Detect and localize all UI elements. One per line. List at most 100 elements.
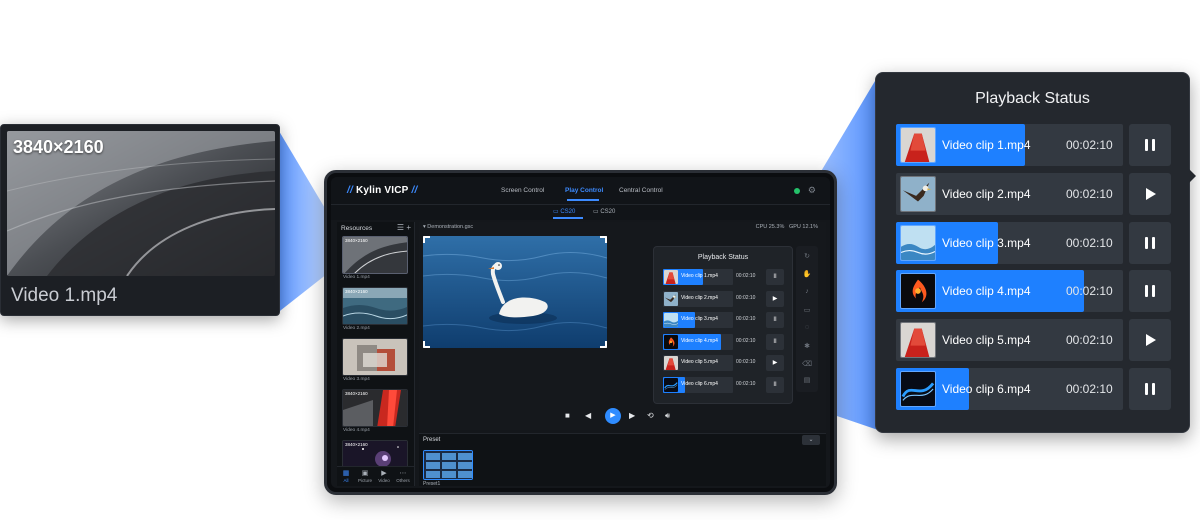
pause-icon[interactable]: II: [766, 333, 784, 350]
clip-duration: 00:02:10: [1066, 382, 1113, 396]
blue-wave-icon: [900, 371, 936, 407]
crop-handle[interactable]: [600, 341, 607, 348]
play-button[interactable]: [1129, 319, 1171, 362]
screen-tab-1[interactable]: ▭ CS20: [553, 208, 575, 215]
play-icon: [1146, 187, 1156, 200]
resource-resolution: 3840×2160: [345, 289, 368, 294]
refresh-icon[interactable]: ↻: [796, 252, 818, 260]
pause-icon: [1145, 285, 1155, 298]
chevron-down-icon[interactable]: ⌄: [802, 435, 820, 445]
play-icon[interactable]: ▶: [766, 355, 784, 371]
sea-icon: [900, 224, 936, 261]
connection-status-icon: [794, 188, 800, 194]
pause-icon[interactable]: II: [766, 376, 784, 393]
pause-button[interactable]: [1129, 124, 1171, 166]
mini-playback-panel: Playback Status Video clip 1.mp4 00:02:10…: [653, 246, 793, 404]
mini-clip-row: Video clip 6.mp4 00:02:10 II: [663, 376, 785, 393]
file-name-text: Demonstration.gsc: [427, 224, 474, 230]
pause-button[interactable]: [1129, 221, 1171, 264]
video-icon: ▶: [381, 470, 387, 477]
blue-wave-icon: [664, 377, 678, 392]
preset-item[interactable]: [423, 450, 473, 480]
preset-title: Preset: [423, 437, 441, 443]
play-icon[interactable]: ▶: [766, 290, 784, 307]
crop-handle[interactable]: [423, 236, 430, 243]
active-tab-indicator: [567, 199, 599, 201]
tool-strip: ↻ ✋ ♪ ▭ ◌ ✱ ⌫ ▤: [796, 246, 818, 392]
resources-sidebar: Resources ☰ + 3840×2160 Video 1.mp4 3840…: [337, 222, 415, 486]
monitor-icon[interactable]: ▭: [796, 306, 818, 314]
playback-clip-row: Video clip 4.mp4 00:02:10: [896, 270, 1171, 313]
playback-clip-row: Video clip 3.mp4 00:02:10: [896, 221, 1171, 264]
video-canvas[interactable]: [423, 236, 607, 348]
delete-icon[interactable]: ⌫: [796, 360, 818, 368]
filter-others[interactable]: ⋯ Others: [394, 469, 412, 483]
playback-clip-row: Video clip 2.mp4 00:02:10: [896, 172, 1171, 215]
stop-icon[interactable]: ■: [565, 411, 570, 420]
clip-duration: 00:02:10: [736, 337, 756, 344]
red-slide-icon: [664, 270, 678, 284]
app-screen: // Kylin VICP // Screen Control Play Con…: [331, 177, 830, 488]
crop-handle[interactable]: [600, 236, 607, 243]
clip-duration: 00:02:10: [1066, 235, 1113, 250]
video-preview-card: 3840×2160 Video 1.mp4: [0, 124, 280, 316]
tab-central-control[interactable]: Central Control: [619, 187, 663, 194]
playback-clip-row: Video clip 1.mp4 00:02:10: [896, 124, 1171, 166]
layers-icon[interactable]: ▤: [796, 376, 818, 384]
clip-name: Video clip 2.mp4: [681, 294, 718, 301]
pause-icon[interactable]: II: [766, 312, 784, 328]
filter-all[interactable]: ▦ All: [337, 469, 355, 483]
clip-name: Video clip 5.mp4: [942, 333, 1031, 348]
volume-icon[interactable]: ♪: [796, 288, 818, 295]
pause-icon: [1145, 383, 1155, 395]
screen-tab-indicator: [553, 217, 583, 219]
screen-tab-2[interactable]: ▭ CS20: [593, 208, 615, 215]
pause-icon[interactable]: II: [766, 269, 784, 285]
mini-clip-row: Video clip 1.mp4 00:02:10 II: [663, 269, 785, 285]
pause-button[interactable]: [1129, 270, 1171, 313]
hand-icon[interactable]: ✋: [796, 270, 818, 278]
speaker-icon[interactable]: 🔊︎: [665, 411, 670, 421]
resources-title: Resources: [341, 225, 373, 232]
filter-video-label: Video: [378, 478, 390, 483]
clip-duration: 00:02:10: [736, 273, 756, 279]
filter-picture[interactable]: ▣ Picture: [356, 469, 374, 483]
clip-duration: 00:02:10: [736, 380, 756, 387]
red-slide-icon: [900, 127, 936, 163]
resource-thumb-4[interactable]: 3840×2160: [342, 389, 408, 427]
gear-icon[interactable]: ⚙: [808, 185, 816, 196]
next-icon[interactable]: ▶: [629, 411, 635, 420]
clip-duration: 00:02:10: [1066, 186, 1113, 201]
clip-name: Video clip 1.mp4: [681, 273, 718, 279]
panel-pointer: [1189, 169, 1196, 183]
filter-video[interactable]: ▶ Video: [375, 469, 393, 483]
previous-icon[interactable]: ◀: [585, 411, 591, 420]
list-view-icon[interactable]: ☰: [397, 223, 404, 232]
resource-thumb-3[interactable]: [342, 338, 408, 376]
bulb-icon[interactable]: ◌: [796, 324, 818, 331]
product-showcase: 3840×2160 Video 1.mp4 // Kylin VICP // S…: [0, 0, 1200, 520]
red-slide-icon: [664, 356, 678, 370]
loop-icon[interactable]: ⟲: [647, 411, 654, 420]
resource-thumb-2[interactable]: 3840×2160: [342, 287, 408, 325]
resource-resolution: 3840×2160: [345, 442, 368, 447]
resource-thumb-1[interactable]: 3840×2160: [342, 236, 408, 274]
resource-name: Video 1.mp4: [343, 275, 370, 280]
settings-icon[interactable]: ✱: [796, 342, 818, 350]
pause-icon: [1145, 139, 1155, 151]
add-icon[interactable]: +: [406, 223, 411, 232]
crop-handle[interactable]: [423, 341, 430, 348]
clip-name: Video clip 4.mp4: [942, 284, 1031, 299]
tab-play-control[interactable]: Play Control: [565, 187, 603, 194]
play-button[interactable]: ▶: [605, 408, 621, 424]
clip-duration: 00:02:10: [736, 359, 756, 365]
tab-screen-control[interactable]: Screen Control: [501, 187, 544, 194]
screen-tab-2-label: CS20: [600, 209, 616, 215]
preset-panel: Preset ⌄ Preset1: [419, 433, 826, 487]
mini-clip-row: Video clip 4.mp4 00:02:10 II: [663, 333, 785, 350]
pause-button[interactable]: [1129, 368, 1171, 410]
preset-name: Preset1: [423, 481, 441, 487]
play-button[interactable]: [1129, 172, 1171, 215]
clip-duration: 00:02:10: [1066, 284, 1113, 299]
playback-clip-row: Video clip 5.mp4 00:02:10: [896, 319, 1171, 362]
